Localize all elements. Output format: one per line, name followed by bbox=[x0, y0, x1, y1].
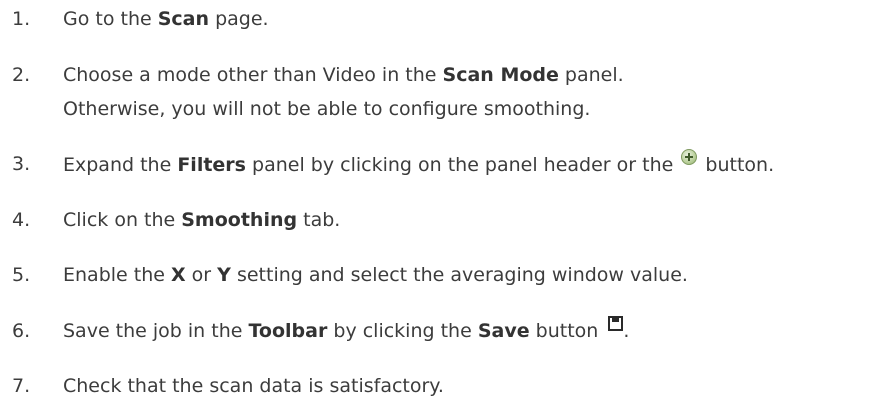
save-icon bbox=[608, 316, 624, 331]
step-number: 6. bbox=[12, 320, 31, 342]
step-number: 2. bbox=[12, 64, 31, 86]
y-setting-term: Y bbox=[217, 264, 231, 286]
step-text: Save the job in the Toolbar by clicking … bbox=[63, 316, 629, 347]
step-number: 1. bbox=[12, 8, 31, 30]
step-line: Choose a mode other than Video in the Sc… bbox=[63, 64, 624, 86]
save-term: Save bbox=[477, 320, 530, 342]
step-note: Otherwise, you will not be able to confi… bbox=[63, 98, 591, 120]
x-setting-term: X bbox=[170, 264, 186, 286]
step-number: 7. bbox=[12, 375, 31, 397]
smoothing-term: Smoothing bbox=[181, 209, 298, 231]
plus-circle-icon bbox=[681, 149, 698, 165]
procedure-steps: 1. Go to the Scan page. 2. Choose a mode… bbox=[0, 0, 870, 399]
step-text: Click on the Smoothing tab. bbox=[63, 209, 341, 231]
step-text: Enable the X or Y setting and select the… bbox=[63, 264, 688, 286]
toolbar-term: Toolbar bbox=[248, 320, 328, 342]
step-number: 4. bbox=[12, 209, 31, 231]
step-number: 5. bbox=[12, 264, 31, 286]
scan-mode-term: Scan Mode bbox=[442, 64, 559, 86]
step-number: 3. bbox=[12, 153, 31, 175]
step-text: Choose a mode other than Video in the Sc… bbox=[63, 60, 624, 125]
step-text: Expand the Filters panel by clicking on … bbox=[63, 149, 774, 181]
filters-term: Filters bbox=[177, 154, 246, 176]
step-text: Check that the scan data is satisfactory… bbox=[63, 375, 444, 397]
step-text: Go to the Scan page. bbox=[63, 8, 269, 30]
scan-page-term: Scan bbox=[157, 8, 210, 30]
